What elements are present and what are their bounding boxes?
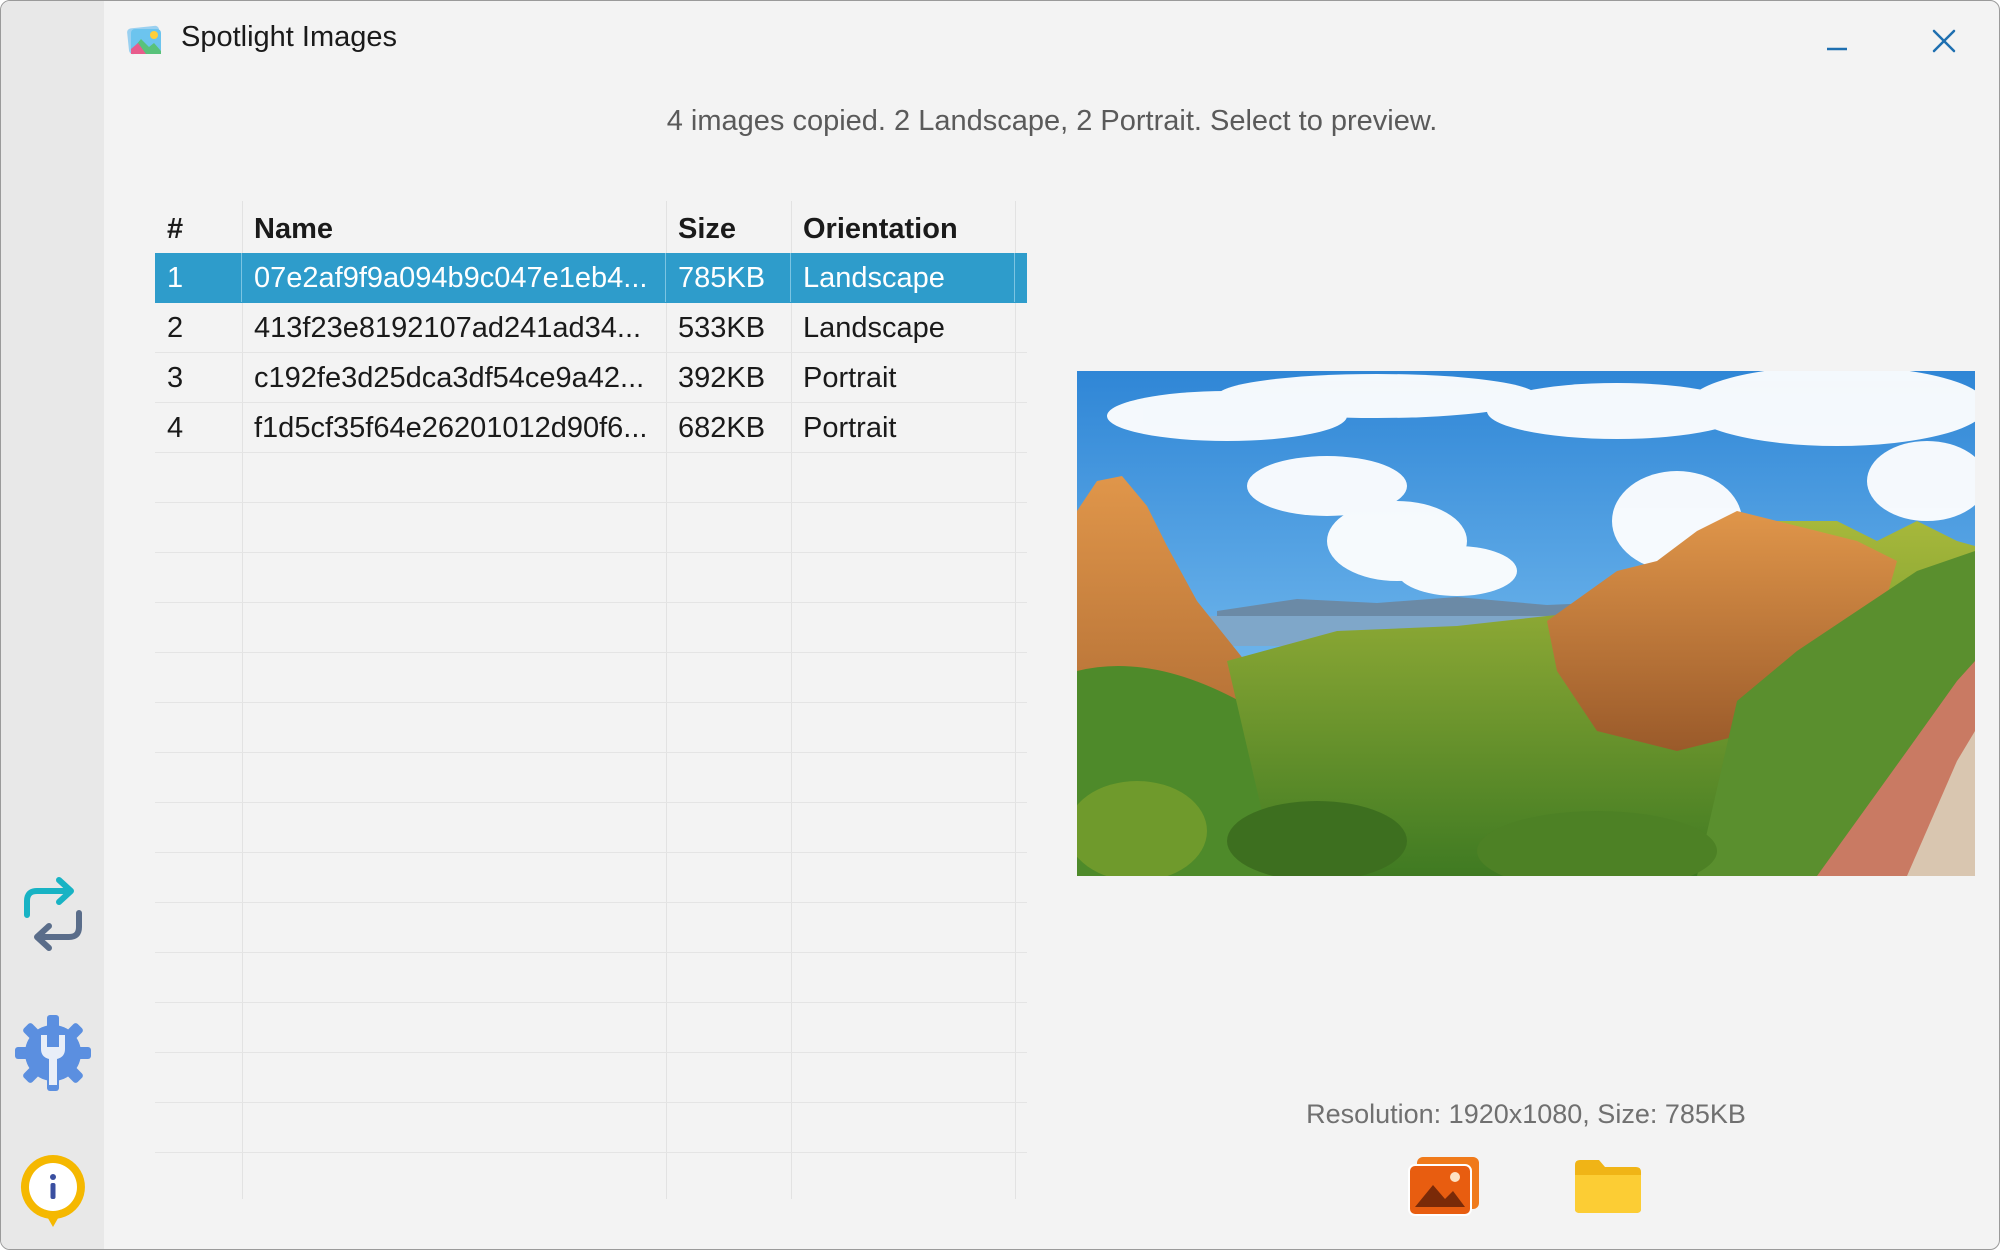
image-preview[interactable]: [1077, 371, 1975, 876]
sidebar: [1, 1, 104, 1249]
cell-name: 413f23e8192107ad241ad34...: [254, 312, 642, 344]
header-size[interactable]: Size: [666, 201, 791, 253]
table-row[interactable]: 1 07e2af9f9a094b9c047e1eb4... 785KB Land…: [155, 253, 1027, 303]
cell-number: 4: [167, 412, 184, 444]
preview-info: Resolution: 1920x1080, Size: 785KB: [1306, 1099, 1746, 1129]
header-orientation[interactable]: Orientation: [791, 201, 1015, 253]
table-header: # Name Size Orientation: [155, 201, 1027, 253]
cell-size: 533KB: [678, 312, 766, 344]
images-table: # Name Size Orientation 1 07e2af9f9a094b…: [155, 201, 1027, 1199]
cell-orientation: Landscape: [791, 253, 1015, 302]
header-number[interactable]: #: [155, 201, 242, 253]
settings-wrench-icon: [15, 1015, 91, 1091]
open-folder-button[interactable]: [1569, 1151, 1647, 1221]
empty-row: [155, 1053, 1027, 1103]
cell-orientation: Portrait: [803, 362, 897, 394]
minimize-icon: [1827, 47, 1847, 51]
empty-row: [155, 503, 1027, 553]
swap-arrows-button[interactable]: [11, 873, 95, 957]
table-row[interactable]: 4 f1d5cf35f64e26201012d90f6... 682KB Por…: [155, 403, 1027, 453]
status-message-area: 4 images copied. 2 Landscape, 2 Portrait…: [104, 105, 1999, 138]
cell-size: 682KB: [678, 412, 766, 444]
empty-row: [155, 653, 1027, 703]
empty-row: [155, 603, 1027, 653]
empty-row: [155, 1103, 1027, 1153]
cell-orientation: Portrait: [803, 412, 897, 444]
app-window: Spotlight Images 4 images copied. 2 Land…: [0, 0, 2000, 1250]
cell-size: 785KB: [666, 253, 791, 302]
info-button[interactable]: [11, 1149, 95, 1233]
cell-name: 07e2af9f9a094b9c047e1eb4...: [242, 253, 666, 302]
title-bar: Spotlight Images: [104, 1, 1999, 81]
cell-size: 392KB: [678, 362, 766, 394]
cell-number: 2: [167, 312, 184, 344]
close-button[interactable]: [1914, 19, 1974, 63]
swap-arrows-icon: [24, 877, 82, 951]
empty-row: [155, 553, 1027, 603]
empty-row: [155, 1003, 1027, 1053]
cell-name: f1d5cf35f64e26201012d90f6...: [254, 412, 648, 444]
cell-orientation: Landscape: [803, 312, 945, 344]
empty-row: [155, 803, 1027, 853]
open-image-icon: [1408, 1157, 1479, 1216]
info-icon: [20, 1155, 85, 1227]
header-name[interactable]: Name: [242, 201, 666, 253]
empty-row: [155, 1153, 1027, 1199]
cell-number: 1: [155, 253, 242, 302]
empty-row: [155, 703, 1027, 753]
open-folder-icon: [1575, 1160, 1641, 1213]
table-row[interactable]: 2 413f23e8192107ad241ad34... 533KB Lands…: [155, 303, 1027, 353]
cell-name: c192fe3d25dca3df54ce9a42...: [254, 362, 645, 394]
empty-row: [155, 953, 1027, 1003]
empty-row: [155, 903, 1027, 953]
settings-button[interactable]: [11, 1011, 95, 1095]
close-icon: [1932, 29, 1956, 53]
status-message: 4 images copied. 2 Landscape, 2 Portrait…: [666, 105, 1438, 137]
table-row[interactable]: 3 c192fe3d25dca3df54ce9a42... 392KB Port…: [155, 353, 1027, 403]
app-logo-icon: [127, 25, 161, 55]
preview-landscape-image: [1077, 371, 1975, 876]
window-title: Spotlight Images: [181, 21, 398, 53]
empty-row: [155, 453, 1027, 503]
empty-row: [155, 753, 1027, 803]
cell-number: 3: [167, 362, 184, 394]
open-image-button[interactable]: [1405, 1151, 1483, 1221]
empty-row: [155, 853, 1027, 903]
minimize-button[interactable]: [1807, 19, 1867, 63]
